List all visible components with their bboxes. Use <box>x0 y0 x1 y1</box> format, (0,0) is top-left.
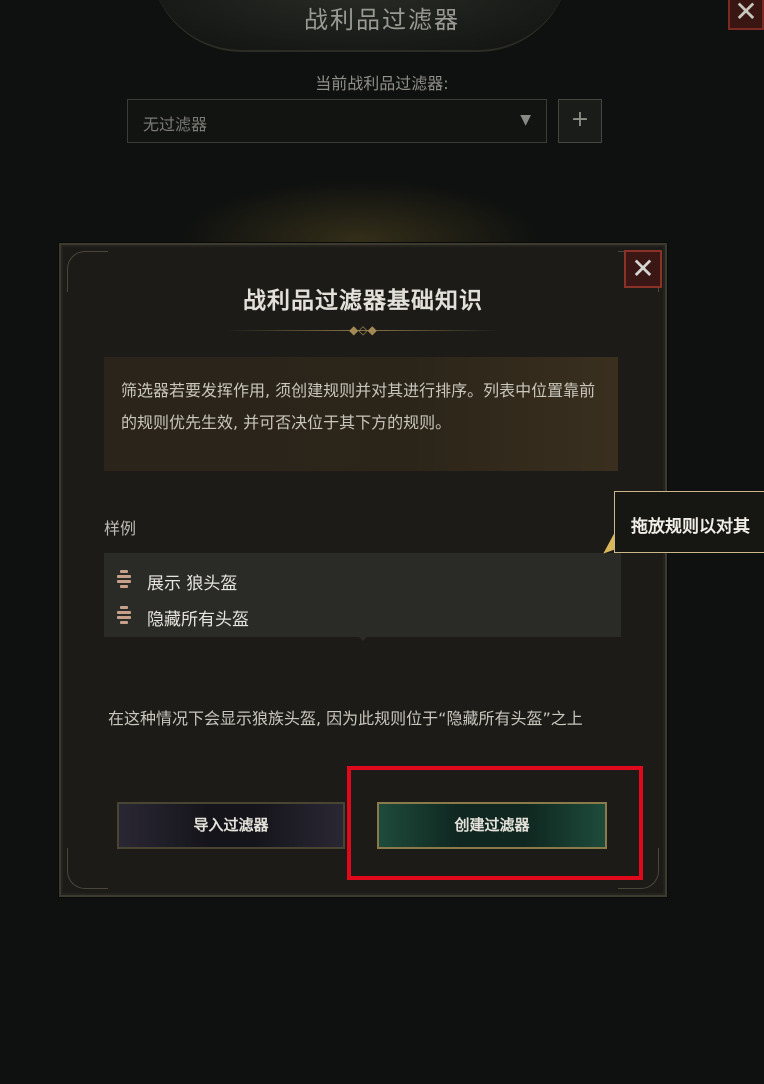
info-text: 在这种情况下会显示狼族头盔, 因为此规则位于“隐藏所有头盔”之上 <box>108 709 583 728</box>
current-filter-label: 当前战利品过滤器: <box>315 74 449 93</box>
dialog-title: 战利品过滤器基础知识 <box>243 288 483 314</box>
description-box: 筛选器若要发挥作用, 须创建规则并对其进行排序。列表中位置靠前的规则优先生效, … <box>104 357 618 471</box>
example-rule-list: 展示 狼头盔 隐藏所有头盔 <box>104 553 621 637</box>
add-filter-button[interactable]: + <box>558 99 602 143</box>
chevron-down-icon: ▼ <box>520 112 531 128</box>
rule-label: 展示 狼头盔 <box>147 574 238 594</box>
filter-dropdown[interactable]: 无过滤器 ▼ <box>127 99 547 143</box>
description-text: 筛选器若要发挥作用, 须创建规则并对其进行排序。列表中位置靠前的规则优先生效, … <box>121 381 596 432</box>
window-close-button[interactable]: ✕ <box>728 0 764 30</box>
divider-ornament-icon: ◆◇◆ <box>349 323 377 337</box>
corner-ornament <box>67 848 108 889</box>
drag-handle-icon[interactable] <box>116 606 132 626</box>
example-label: 样例 <box>104 519 137 538</box>
tooltip-text: 拖放规则以对其 <box>631 517 750 537</box>
filter-dropdown-value: 无过滤器 <box>143 115 208 134</box>
close-icon: ✕ <box>734 0 758 28</box>
import-filter-button[interactable]: 导入过滤器 <box>117 802 345 849</box>
highlight-box <box>347 766 643 880</box>
rule-label: 隐藏所有头盔 <box>147 610 249 630</box>
plus-icon: + <box>570 107 590 132</box>
drag-handle-icon[interactable] <box>116 570 132 590</box>
page-title: 战利品过滤器 <box>304 6 460 34</box>
drag-tooltip: 拖放规则以对其 <box>614 491 764 553</box>
list-notch <box>357 635 369 641</box>
